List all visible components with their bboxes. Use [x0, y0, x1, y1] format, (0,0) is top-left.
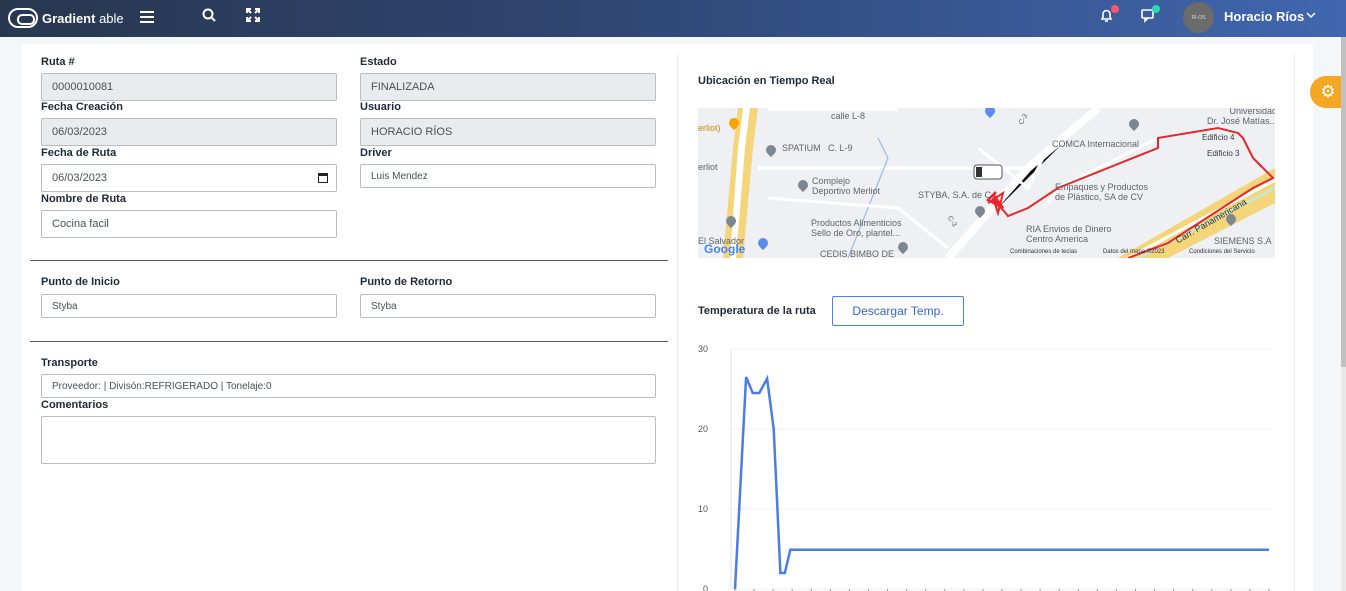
nombre-ruta-field[interactable]: Cocina facil: [41, 210, 337, 238]
temperature-title: Temperatura de la ruta: [698, 305, 816, 317]
chart-y-tick-label: 10: [698, 504, 708, 514]
temperature-chart-svg: 0 10 20 30: [698, 344, 1271, 591]
map-place-label: STYBA, S.A. de C.: [918, 190, 994, 200]
map-place-label: erliot): [698, 123, 721, 133]
usuario-label: Usuario: [360, 101, 401, 113]
map-place-label: calle L-8: [831, 111, 866, 121]
gear-icon: ⚙: [1320, 82, 1336, 101]
ruta-label: Ruta #: [41, 56, 75, 68]
google-logo: Google: [704, 242, 746, 256]
menu-icon[interactable]: [140, 11, 154, 26]
fecha-creacion-field[interactable]: 06/03/2023: [41, 118, 337, 146]
chevron-down-icon[interactable]: [1306, 9, 1316, 23]
estado-label: Estado: [360, 56, 397, 68]
transporte-field[interactable]: Proveedor: | Divisón:REFRIGERADO | Tonel…: [41, 374, 656, 398]
punto-inicio-field[interactable]: Styba: [41, 294, 337, 318]
section-divider: [30, 260, 668, 261]
map-place-label: RIA Envios de Dinero Centro America: [1026, 224, 1112, 244]
fullscreen-icon[interactable]: [246, 8, 260, 25]
top-navbar: Gradient able RÍ-OS Horacio Ríos: [0, 0, 1346, 37]
map-place-label: SIEMENS S.A: [1214, 236, 1272, 246]
chart-y-tick-label: 20: [698, 424, 708, 434]
avatar[interactable]: RÍ-OS: [1183, 2, 1214, 33]
fecha-creacion-label: Fecha Creación: [41, 101, 123, 113]
section-divider: [30, 341, 668, 342]
brand-name: Gradient able: [42, 10, 124, 26]
comentarios-textarea[interactable]: [41, 416, 656, 464]
map-place-label: Empaques y Productos de Plástico, SA de …: [1055, 182, 1149, 202]
usuario-field[interactable]: HORACIO RÍOS: [360, 118, 656, 146]
punto-inicio-label: Punto de Inicio: [41, 276, 120, 288]
scrollbar-thumb[interactable]: [1341, 37, 1346, 367]
comentarios-label: Comentarios: [41, 399, 109, 411]
brand-logo[interactable]: Gradient able: [8, 8, 124, 28]
column-divider: [677, 54, 678, 591]
map-place-label: Edificio 3: [1207, 149, 1240, 158]
fecha-ruta-label: Fecha de Ruta: [41, 147, 117, 159]
estado-field[interactable]: FINALIZADA: [360, 73, 656, 101]
map-place-label: C. L-9: [828, 143, 853, 153]
map-place-label: Complejo Deportivo Merliot: [812, 176, 881, 196]
chart-y-tick-label: 0: [703, 584, 708, 591]
search-icon[interactable]: [202, 8, 216, 25]
page-scrollbar[interactable]: [1341, 37, 1346, 591]
user-name[interactable]: Horacio Ríos: [1224, 9, 1304, 24]
map-terms-link[interactable]: Condiciones del Servicio: [1189, 249, 1255, 255]
map-shortcuts-link[interactable]: Combinaciones de teclas: [1010, 249, 1077, 255]
download-temperature-button[interactable]: Descargar Temp.: [832, 296, 964, 326]
notification-badge: [1111, 5, 1119, 13]
map-place-label: Universidad Dr. José Matías...: [1207, 108, 1275, 126]
chat-badge: [1152, 5, 1160, 13]
punto-retorno-field[interactable]: Styba: [360, 294, 656, 318]
map-place-label: Edificio 4: [1202, 133, 1235, 142]
driver-field[interactable]: Luis Mendez: [360, 164, 656, 188]
map-data-credit: Datos del mapa ©2023: [1103, 249, 1165, 255]
realtime-map[interactable]: calle L-8 erliot) erliot SPATIUM C. L-9 …: [698, 108, 1275, 258]
map-place-label: erliot: [698, 162, 718, 172]
nombre-ruta-label: Nombre de Ruta: [41, 193, 126, 205]
card-right-edge: [1294, 54, 1295, 591]
temperature-chart: 0 10 20 30: [690, 340, 1280, 591]
temperature-series-line: [733, 374, 1269, 590]
calendar-icon[interactable]: [318, 173, 328, 183]
fecha-ruta-date-input[interactable]: 06/03/2023: [41, 164, 337, 192]
logo-mark: [8, 8, 38, 28]
map-place-label: CEDIS BIMBO DE: [820, 249, 895, 258]
transporte-label: Transporte: [41, 357, 98, 369]
map-place-label: SPATIUM: [782, 143, 821, 153]
map-place-label: Productos Alimenticios Sello de Oro, pla…: [811, 218, 902, 238]
map-title: Ubicación en Tiempo Real: [698, 75, 835, 87]
chart-y-tick-label: 30: [698, 344, 708, 354]
map-place-label: COMCA Internacional: [1052, 139, 1140, 149]
punto-retorno-label: Punto de Retorno: [360, 276, 453, 288]
ruta-field[interactable]: 0000010081: [41, 73, 337, 101]
driver-label: Driver: [360, 147, 392, 159]
fecha-ruta-value: 06/03/2023: [52, 172, 108, 184]
